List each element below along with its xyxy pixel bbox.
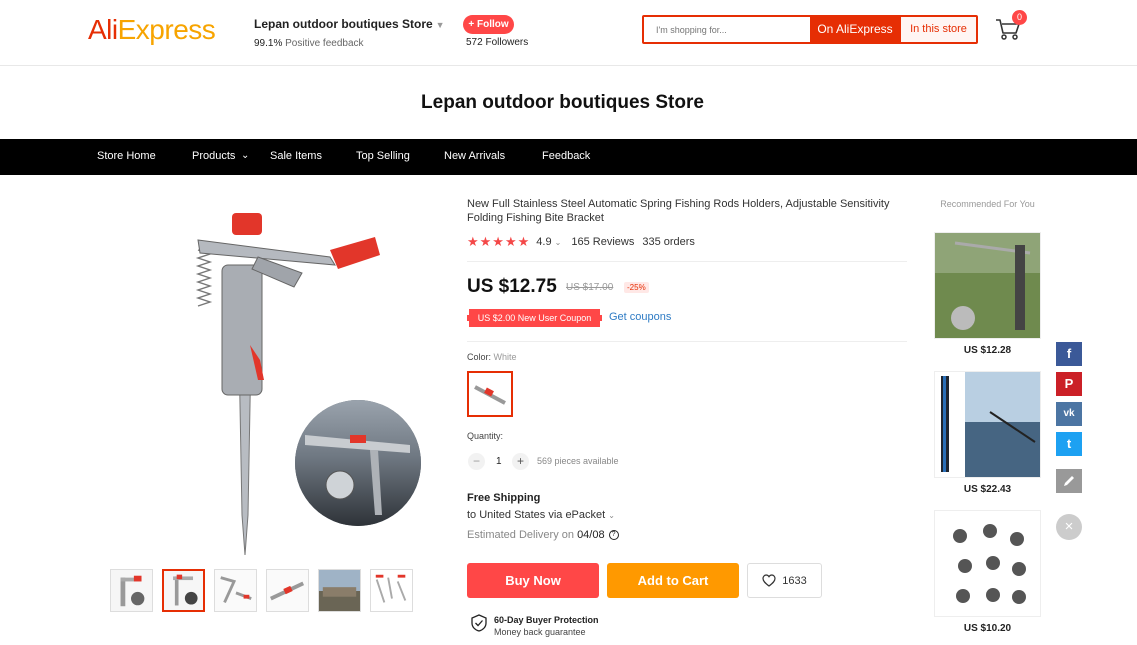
heart-icon — [762, 574, 776, 587]
nav-top-selling[interactable]: Top Selling — [356, 150, 410, 162]
color-option-white[interactable] — [467, 371, 513, 417]
new-user-coupon[interactable]: US $2.00 New User Coupon — [467, 309, 602, 327]
recommended-item[interactable]: US $12.28 — [934, 232, 1041, 356]
shield-check-icon — [471, 614, 487, 632]
buy-now-button[interactable]: Buy Now — [467, 563, 599, 598]
twitter-share-icon[interactable]: t — [1056, 432, 1082, 456]
add-to-cart-button[interactable]: Add to Cart — [607, 563, 739, 598]
thumbnail[interactable] — [266, 569, 309, 612]
followers-count: 572 Followers — [466, 37, 529, 48]
recommended-item-price: US $22.43 — [963, 484, 1012, 495]
follow-button[interactable]: + Follow — [463, 15, 514, 34]
search-bar: On AliExpress In this store — [642, 15, 978, 44]
wishlist-count: 1633 — [782, 574, 807, 587]
nav-store-home[interactable]: Store Home — [97, 150, 156, 162]
rating-score[interactable]: 4.9 ⌄ — [536, 236, 561, 248]
pinterest-share-icon[interactable]: P — [1056, 372, 1082, 396]
nav-products[interactable]: Products — [192, 150, 235, 162]
color-label: Color: White — [467, 352, 517, 362]
thumbnail[interactable] — [318, 569, 361, 612]
thumbnail-strip — [110, 569, 413, 612]
reviews-link[interactable]: 165 Reviews — [571, 236, 634, 248]
close-icon[interactable]: × — [1056, 514, 1082, 540]
discount-badge: -25% — [624, 282, 649, 293]
vk-share-icon[interactable]: vk — [1056, 402, 1082, 426]
shipping-title: Free Shipping — [467, 492, 541, 504]
nav-new-arrivals[interactable]: New Arrivals — [444, 150, 505, 162]
chevron-down-icon: ⌄ — [554, 238, 562, 247]
facebook-share-icon[interactable]: f — [1056, 342, 1082, 366]
aliexpress-logo[interactable]: AliExpress — [88, 14, 216, 46]
question-icon[interactable]: ? — [608, 530, 619, 541]
thumbnail-selected[interactable] — [162, 569, 205, 612]
thumbnail[interactable] — [110, 569, 153, 612]
recommended-item[interactable]: US $10.20 — [934, 510, 1041, 634]
recommended-item-price: US $12.28 — [963, 345, 1012, 356]
edit-pencil-icon[interactable] — [1056, 469, 1082, 493]
buyer-protection: 60-Day Buyer Protection Money back guara… — [471, 614, 599, 638]
search-in-store-button[interactable]: In this store — [900, 17, 976, 42]
get-coupons-link[interactable]: Get coupons — [609, 311, 671, 323]
wishlist-button[interactable]: 1633 — [747, 563, 822, 598]
quantity-value[interactable]: 1 — [496, 456, 502, 467]
chevron-down-icon: ▼ — [435, 20, 445, 30]
current-price: US $12.75 — [467, 276, 557, 297]
search-input[interactable] — [644, 17, 810, 42]
recommended-item-image[interactable] — [934, 371, 1041, 478]
recommended-item[interactable]: US $22.43 — [934, 371, 1041, 495]
divider — [467, 341, 907, 342]
recommended-title: Recommended For You — [940, 199, 1035, 209]
estimated-delivery: Estimated Delivery on 04/08? — [467, 529, 619, 541]
store-navbar: Store Home Products Sale Items Top Selli… — [0, 139, 1137, 175]
nav-sale-items[interactable]: Sale Items — [270, 150, 322, 162]
original-price: US $17.00 — [566, 282, 614, 293]
quantity-decrease-button[interactable]: − — [468, 453, 485, 470]
thumbnail[interactable] — [214, 569, 257, 612]
store-name[interactable]: Lepan outdoor boutiques Store ▼ — [254, 17, 445, 31]
recommended-item-image[interactable] — [934, 510, 1041, 617]
site-header: AliExpress Lepan outdoor boutiques Store… — [0, 0, 1137, 66]
recommended-item-image[interactable] — [934, 232, 1041, 339]
protection-title: 60-Day Buyer Protection — [494, 615, 599, 625]
cart-count-badge: 0 — [1012, 10, 1027, 25]
stock-available: 569 pieces available — [537, 456, 619, 466]
store-banner-title: Lepan outdoor boutiques Store — [421, 92, 704, 113]
nav-feedback[interactable]: Feedback — [542, 150, 590, 162]
divider — [467, 261, 907, 262]
orders-count: 335 orders — [642, 236, 695, 248]
store-feedback: 99.1% Positive feedback — [254, 38, 364, 49]
product-title: New Full Stainless Steel Automatic Sprin… — [467, 198, 890, 224]
search-on-aliexpress-button[interactable]: On AliExpress — [810, 17, 900, 42]
protection-subtitle: Money back guarantee — [494, 627, 586, 637]
thumbnail[interactable] — [370, 569, 413, 612]
product-main-image[interactable] — [170, 195, 440, 555]
star-rating-icon: ★★★★★ — [467, 234, 531, 249]
shipping-method-selector[interactable]: to United States via ePacket ⌄ — [467, 509, 615, 521]
quantity-label: Quantity: — [467, 431, 504, 441]
chevron-down-icon: ⌄ — [241, 150, 250, 161]
product-page: AliExpress Lepan outdoor boutiques Store… — [0, 0, 1137, 645]
chevron-down-icon: ⌄ — [608, 511, 615, 520]
recommended-item-price: US $10.20 — [963, 623, 1012, 634]
rating-row: ★★★★★ 4.9 ⌄ 165 Reviews 335 orders — [467, 234, 695, 250]
quantity-increase-button[interactable]: + — [512, 453, 529, 470]
